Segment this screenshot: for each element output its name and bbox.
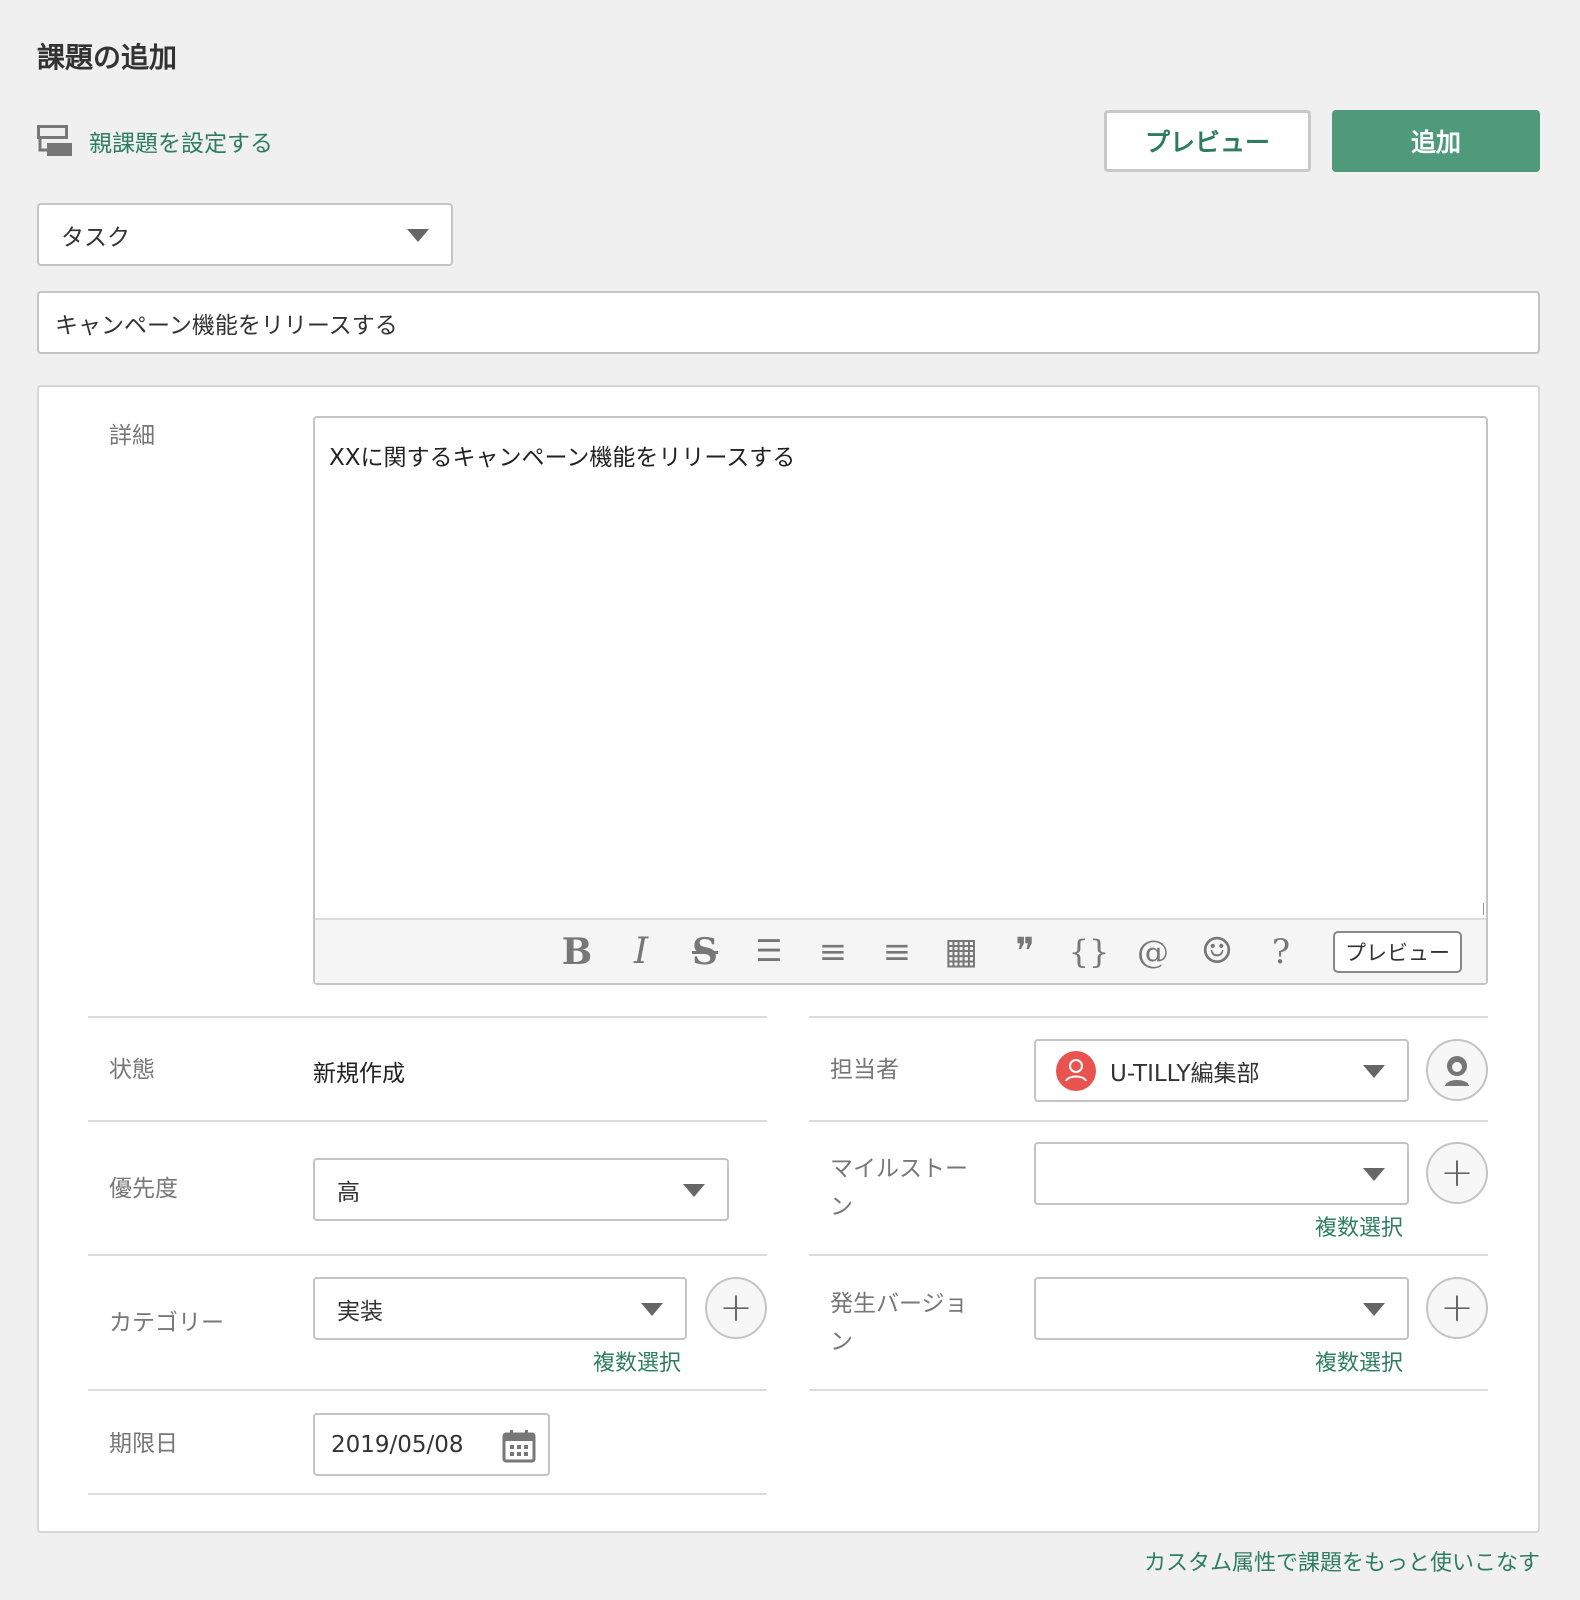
detail-text: XXに関するキャンペーン機能をリリースする [329,445,796,471]
plus-icon: + [1440,1285,1474,1331]
divider [809,1389,1488,1391]
user-avatar-icon [1056,1050,1096,1091]
assignee-value: U-TILLY編集部 [1110,1060,1260,1087]
category-multi-select-link[interactable]: 複数選択 [593,1345,681,1377]
category-select[interactable]: 実装 [313,1277,687,1340]
priority-label: 優先度 [109,1176,178,1202]
set-parent-label: 親課題を設定する [89,131,273,157]
preview-button[interactable]: プレビュー [1104,110,1311,172]
bullet-list-icon[interactable]: ☰ [737,934,801,969]
bold-icon[interactable]: B [545,931,609,973]
divider [88,1493,767,1495]
category-label: カテゴリー [109,1310,224,1336]
add-milestone-button[interactable]: + [1426,1142,1488,1204]
summary-value: キャンペーン機能をリリースする [55,312,398,339]
milestone-multi-select-link[interactable]: 複数選択 [1315,1210,1403,1242]
divider [88,1254,767,1256]
add-category-button[interactable]: + [705,1277,767,1339]
quote-icon[interactable]: ❞ [993,931,1057,972]
milestone-label: マイルストーン [830,1156,968,1220]
code-icon[interactable]: {} [1057,933,1121,971]
due-date-value: 2019/05/08 [331,1431,464,1458]
version-multi-select-link[interactable]: 複数選択 [1315,1345,1403,1377]
chevron-down-icon [407,228,429,242]
link-icon[interactable]: @ [1121,933,1185,971]
divider [88,1016,767,1018]
detail-label: 詳細 [109,423,155,449]
checklist-icon[interactable]: ≡ [865,932,929,972]
chevron-down-icon [683,1183,705,1197]
divider [88,1120,767,1122]
custom-fields-link[interactable]: カスタム属性で課題をもっと使いこなす [1144,1545,1540,1577]
strikethrough-icon[interactable]: S [673,931,737,973]
page-title: 課題の追加 [37,41,178,74]
priority-select[interactable]: 高 [313,1158,729,1221]
summary-input[interactable]: キャンペーン機能をリリースする [37,291,1540,354]
detail-editor[interactable]: XXに関するキャンペーン機能をリリースする B I S ☰ ≡ ≡ ▦ ❞ {}… [313,416,1488,985]
chevron-down-icon [1363,1167,1385,1181]
assignee-select[interactable]: U-TILLY編集部 [1034,1039,1409,1102]
numbered-list-icon[interactable]: ≡ [801,932,865,972]
calendar-icon[interactable] [502,1429,536,1463]
set-parent-link[interactable]: 親課題を設定する [37,124,273,158]
milestone-select[interactable] [1034,1142,1409,1205]
version-label: 発生バージョン [830,1291,968,1355]
emoji-icon[interactable]: ☺ [1185,931,1249,972]
resize-handle[interactable] [1472,903,1484,915]
status-label: 状態 [109,1057,155,1083]
editor-preview-button[interactable]: プレビュー [1333,930,1462,973]
version-select[interactable] [1034,1277,1409,1340]
table-icon[interactable]: ▦ [929,931,993,972]
assignee-label: 担当者 [830,1057,899,1083]
editor-toolbar: B I S ☰ ≡ ≡ ▦ ❞ {} @ ☺ ? プレビュー [315,918,1486,983]
plus-icon: + [1440,1150,1474,1196]
chevron-down-icon [1363,1302,1385,1316]
issue-type-value: タスク [61,224,130,251]
parent-issue-icon [37,125,72,156]
category-value: 実装 [337,1298,383,1325]
divider [809,1016,1488,1018]
italic-icon[interactable]: I [609,931,673,972]
chevron-down-icon [641,1302,663,1316]
due-date-input[interactable]: 2019/05/08 [313,1413,550,1476]
status-value: 新規作成 [313,1061,405,1087]
divider [809,1254,1488,1256]
due-date-label: 期限日 [109,1431,178,1457]
chevron-down-icon [1363,1064,1385,1078]
help-icon[interactable]: ? [1249,932,1313,972]
assign-to-me-button[interactable] [1426,1039,1488,1101]
divider [88,1389,767,1391]
add-version-button[interactable]: + [1426,1277,1488,1339]
issue-type-select[interactable]: タスク [37,203,453,266]
add-button[interactable]: 追加 [1332,110,1540,172]
user-icon [1445,1056,1469,1086]
priority-value: 高 [337,1179,360,1206]
divider [809,1120,1488,1122]
plus-icon: + [719,1285,753,1331]
